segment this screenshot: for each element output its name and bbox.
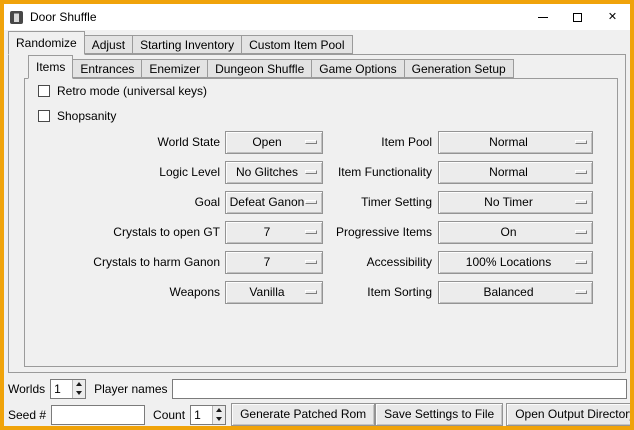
close-icon: ✕: [608, 12, 617, 23]
worlds-label: Worlds: [8, 382, 45, 396]
player-names-label: Player names: [94, 382, 167, 396]
option-row: Logic Level No Glitches Item Functionali…: [4, 161, 630, 184]
worlds-spinner[interactable]: [50, 379, 86, 399]
item-sorting-label: Item Sorting: [272, 281, 432, 304]
window: Door Shuffle ✕ Randomize Adjust Starting…: [0, 0, 634, 430]
dropdown-timer-setting[interactable]: No Timer: [438, 191, 593, 214]
arrow-down-icon: [76, 391, 82, 395]
dropdown-item-pool[interactable]: Normal: [438, 131, 593, 154]
worlds-input[interactable]: [51, 380, 72, 398]
arrow-up-icon: [216, 408, 222, 412]
maximize-icon: [573, 13, 582, 22]
player-names-input[interactable]: [172, 379, 628, 399]
option-row: Crystals to open GT 7 Progressive Items …: [4, 221, 630, 244]
progressive-items-label: Progressive Items: [272, 221, 432, 244]
tab-randomize[interactable]: Randomize: [8, 31, 85, 55]
retro-mode-label: Retro mode (universal keys): [57, 84, 207, 98]
option-row: Weapons Vanilla Item Sorting Balanced: [4, 281, 630, 304]
shopsanity-row: Shopsanity: [38, 108, 116, 124]
goal-label: Goal: [50, 191, 220, 214]
option-row: Crystals to harm Ganon 7 Accessibility 1…: [4, 251, 630, 274]
worlds-spinner-buttons: [72, 380, 85, 398]
menu-indicator-icon: [575, 140, 587, 144]
spin-up-icon[interactable]: [213, 406, 225, 415]
tab-enemizer[interactable]: Enemizer: [141, 59, 208, 78]
menu-indicator-icon: [575, 200, 587, 204]
menu-indicator-icon: [575, 170, 587, 174]
dropdown-value: Balanced: [439, 282, 592, 303]
menu-indicator-icon: [575, 260, 587, 264]
dropdown-value: On: [439, 222, 592, 243]
tab-entrances[interactable]: Entrances: [72, 59, 142, 78]
weapons-label: Weapons: [50, 281, 220, 304]
tab-items[interactable]: Items: [28, 55, 73, 79]
save-settings-button[interactable]: Save Settings to File: [375, 403, 503, 426]
tab-generation-setup[interactable]: Generation Setup: [404, 59, 514, 78]
world-state-label: World State: [50, 131, 220, 154]
dropdown-item-functionality[interactable]: Normal: [438, 161, 593, 184]
spin-up-icon[interactable]: [73, 380, 85, 389]
count-spinner[interactable]: [190, 405, 226, 425]
tab-adjust[interactable]: Adjust: [84, 35, 133, 54]
count-spinner-buttons: [212, 406, 225, 424]
item-pool-label: Item Pool: [272, 131, 432, 154]
shopsanity-checkbox[interactable]: [38, 110, 50, 122]
item-functionality-label: Item Functionality: [272, 161, 432, 184]
arrow-up-icon: [76, 382, 82, 386]
shopsanity-label: Shopsanity: [57, 109, 116, 123]
menu-indicator-icon: [575, 230, 587, 234]
dropdown-item-sorting[interactable]: Balanced: [438, 281, 593, 304]
crystals-open-gt-label: Crystals to open GT: [50, 221, 220, 244]
dropdown-value: No Timer: [439, 192, 592, 213]
count-label: Count: [153, 408, 185, 422]
dropdown-value: 100% Locations: [439, 252, 592, 273]
dropdown-value: Normal: [439, 162, 592, 183]
crystals-harm-ganon-label: Crystals to harm Ganon: [50, 251, 220, 274]
accessibility-label: Accessibility: [272, 251, 432, 274]
open-output-directory-button[interactable]: Open Output Directory: [506, 403, 630, 426]
dropdown-progressive-items[interactable]: On: [438, 221, 593, 244]
client-area: Randomize Adjust Starting Inventory Cust…: [4, 30, 630, 426]
tab-dungeon-shuffle[interactable]: Dungeon Shuffle: [207, 59, 312, 78]
arrow-down-icon: [216, 417, 222, 421]
seed-input[interactable]: [51, 405, 145, 425]
count-input[interactable]: [191, 406, 212, 424]
titlebar: Door Shuffle ✕: [4, 4, 630, 30]
logic-level-label: Logic Level: [50, 161, 220, 184]
maximize-button[interactable]: [560, 4, 595, 30]
spin-down-icon[interactable]: [213, 415, 225, 424]
tab-custom-item-pool[interactable]: Custom Item Pool: [241, 35, 352, 54]
tab-starting-inventory[interactable]: Starting Inventory: [132, 35, 242, 54]
timer-setting-label: Timer Setting: [272, 191, 432, 214]
retro-mode-row: Retro mode (universal keys): [38, 83, 207, 99]
tab-game-options[interactable]: Game Options: [311, 59, 404, 78]
window-controls: ✕: [525, 4, 630, 30]
window-title: Door Shuffle: [30, 10, 97, 24]
menu-indicator-icon: [575, 290, 587, 294]
seed-row: Seed # Count Generate Patched Rom Save S…: [8, 403, 627, 426]
generate-patched-rom-button[interactable]: Generate Patched Rom: [231, 403, 375, 426]
worlds-row: Worlds Player names: [8, 378, 627, 399]
seed-label: Seed #: [8, 408, 46, 422]
dropdown-value: Normal: [439, 132, 592, 153]
retro-mode-checkbox[interactable]: [38, 85, 50, 97]
app-icon: [9, 10, 24, 25]
dropdown-accessibility[interactable]: 100% Locations: [438, 251, 593, 274]
minimize-button[interactable]: [525, 4, 560, 30]
close-button[interactable]: ✕: [595, 4, 630, 30]
option-row: Goal Defeat Ganon Timer Setting No Timer: [4, 191, 630, 214]
spin-down-icon[interactable]: [73, 389, 85, 398]
primary-tab-bar: Randomize Adjust Starting Inventory Cust…: [8, 31, 352, 54]
secondary-tab-bar: Items Entrances Enemizer Dungeon Shuffle…: [28, 55, 513, 78]
minimize-icon: [538, 17, 548, 18]
option-row: World State Open Item Pool Normal: [4, 131, 630, 154]
